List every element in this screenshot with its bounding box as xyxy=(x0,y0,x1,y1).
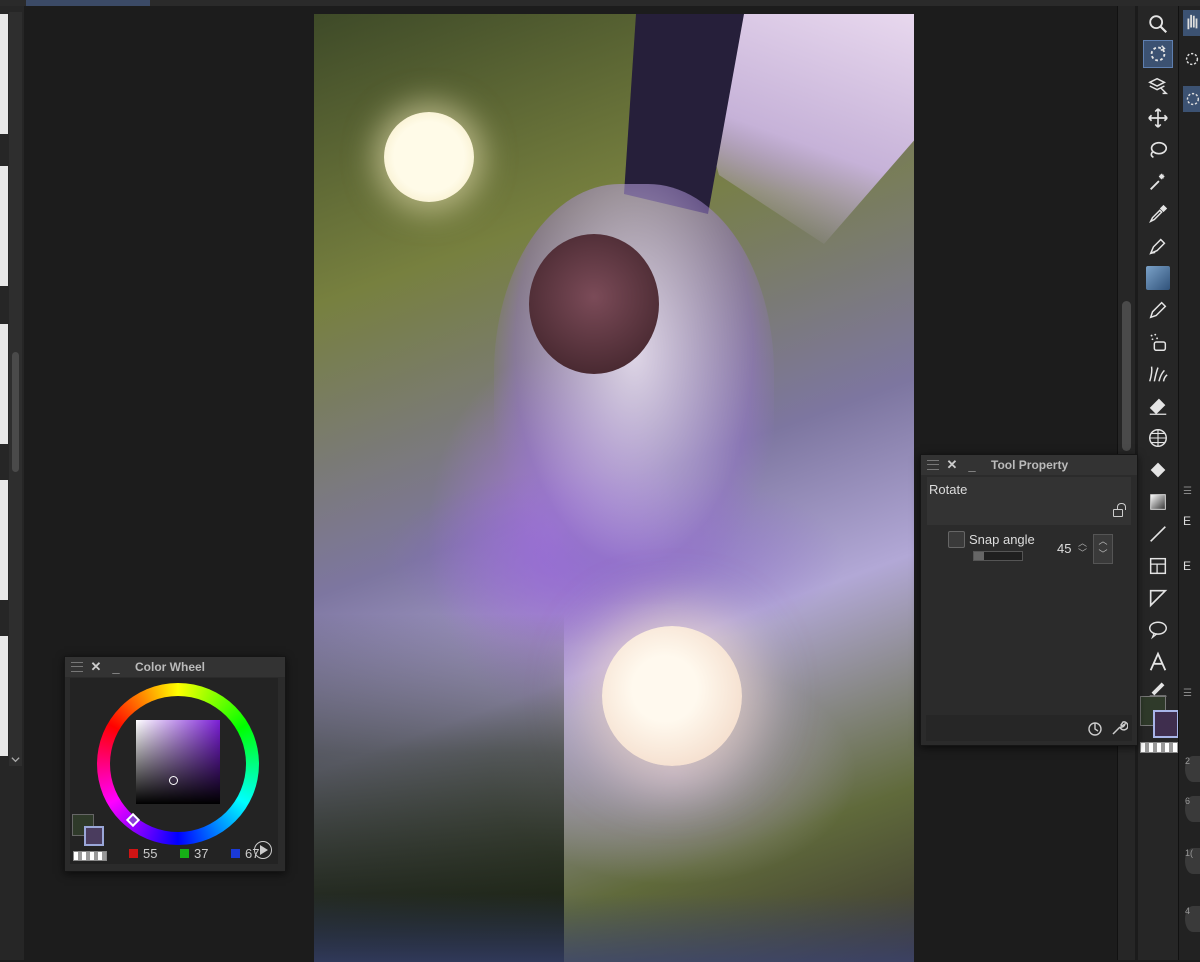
fill-icon[interactable] xyxy=(1143,456,1173,484)
layer-thumbnail-strip xyxy=(0,6,25,960)
magic-wand-icon[interactable] xyxy=(1143,168,1173,196)
layer-circle[interactable]: 2 xyxy=(1185,756,1200,782)
layer-select-icon[interactable] xyxy=(1143,72,1173,100)
airbrush-icon[interactable] xyxy=(1143,328,1173,356)
blend-icon[interactable] xyxy=(1143,424,1173,452)
layer-circle[interactable]: 4 xyxy=(1185,906,1200,932)
frame-icon[interactable] xyxy=(1143,552,1173,580)
red-value[interactable]: 55 xyxy=(143,846,177,861)
value-spin-icon[interactable]: ︿ ﹀ xyxy=(1078,538,1088,558)
wrench-icon[interactable] xyxy=(1110,719,1129,737)
layer-thumbnail[interactable] xyxy=(0,324,8,444)
lasso-icon[interactable] xyxy=(1143,136,1173,164)
layer-circle-label: 1( xyxy=(1185,848,1194,858)
panel-title: Color Wheel xyxy=(135,660,206,674)
color-wheel-header[interactable]: ✕ _ Color Wheel xyxy=(65,657,285,677)
art-light-orb-bottom xyxy=(602,626,742,766)
tool-property-header[interactable]: ✕ _ Tool Property xyxy=(921,455,1137,475)
transparent-color-swatch[interactable] xyxy=(1140,742,1180,753)
panel-title: Tool Property xyxy=(991,458,1069,472)
layer-thumbnail[interactable] xyxy=(0,480,8,600)
art-figure xyxy=(494,184,774,604)
sub-tool-rotate-icon[interactable] xyxy=(1183,86,1200,112)
minimize-icon[interactable]: _ xyxy=(109,660,123,675)
close-icon[interactable]: ✕ xyxy=(945,457,959,473)
blue-channel-icon xyxy=(231,849,240,858)
green-value[interactable]: 37 xyxy=(194,846,228,861)
balloon-icon[interactable] xyxy=(1143,616,1173,644)
play-icon[interactable] xyxy=(254,841,272,859)
color-wheel-panel: ✕ _ Color Wheel 55 37 67 xyxy=(64,656,286,872)
lock-icon[interactable] xyxy=(1113,503,1126,517)
left-scrollbar-thumb[interactable] xyxy=(12,352,19,472)
reset-icon[interactable] xyxy=(1086,719,1104,737)
tool-name: Rotate xyxy=(929,482,968,497)
tool-property-panel: ✕ _ Tool Property Rotate Snap angle 45 ︿… xyxy=(920,454,1138,746)
decoration-icon[interactable] xyxy=(1143,360,1173,388)
close-icon[interactable]: ✕ xyxy=(89,659,103,675)
chevron-down-icon[interactable] xyxy=(11,755,20,764)
art-teddy-bear xyxy=(529,234,659,374)
sub-color-swatch[interactable] xyxy=(1153,710,1179,738)
red-channel-icon xyxy=(129,849,138,858)
saturation-value-square[interactable] xyxy=(136,720,220,804)
sub-tool-avatar[interactable] xyxy=(1146,266,1170,290)
layer-circle[interactable]: 1( xyxy=(1185,848,1200,874)
layer-circle-label: 6 xyxy=(1185,796,1191,806)
right-label-2: E xyxy=(1183,559,1192,573)
rotate-icon[interactable] xyxy=(1143,40,1173,68)
drag-grip-icon[interactable] xyxy=(71,662,83,672)
layer-circle-label: 4 xyxy=(1185,906,1191,916)
rotate-small-icon[interactable] xyxy=(1183,46,1200,72)
snap-angle-stepper[interactable]: ︿ ﹀ xyxy=(1093,534,1113,564)
snap-angle-checkbox[interactable] xyxy=(948,531,965,548)
green-channel-icon xyxy=(180,849,189,858)
snap-angle-value[interactable]: 45 xyxy=(1057,541,1071,556)
tool-palette xyxy=(1138,6,1178,960)
snap-angle-label: Snap angle xyxy=(969,532,1035,547)
artwork-canvas[interactable] xyxy=(314,14,914,962)
drag-grip-icon[interactable] xyxy=(927,460,939,470)
left-scrollbar[interactable] xyxy=(9,12,22,766)
panel-grip-icon[interactable]: ☰ xyxy=(1183,486,1200,512)
canvas-scrollbar-thumb[interactable] xyxy=(1122,301,1131,451)
minimize-icon[interactable]: _ xyxy=(965,458,979,473)
art-bottom-shadow xyxy=(314,894,914,962)
art-light-orb-top xyxy=(384,112,474,202)
panel-grip-icon[interactable]: ☰ xyxy=(1183,688,1200,714)
layer-thumbnail[interactable] xyxy=(0,636,8,756)
ruler-icon[interactable] xyxy=(1143,584,1173,612)
transparent-color-swatch[interactable] xyxy=(73,851,107,861)
tool-name-box: Rotate xyxy=(927,477,1131,525)
color-picker-marker[interactable] xyxy=(169,776,178,785)
right-panel-edge: ☰ E E ☰ 2 6 1( 4 xyxy=(1178,6,1200,960)
layer-circle[interactable]: 6 xyxy=(1185,796,1200,822)
color-wheel-body: 55 37 67 xyxy=(70,678,278,864)
layer-circle-label: 2 xyxy=(1185,756,1191,766)
tool-property-footer xyxy=(926,715,1132,741)
move-icon[interactable] xyxy=(1143,104,1173,132)
pen-icon[interactable] xyxy=(1143,232,1173,260)
sub-color-swatch[interactable] xyxy=(84,826,104,846)
eraser-icon[interactable] xyxy=(1143,392,1173,420)
zoom-icon[interactable] xyxy=(1143,10,1173,38)
line-icon[interactable] xyxy=(1143,520,1173,548)
eyedropper-icon[interactable] xyxy=(1143,200,1173,228)
gradient-icon[interactable] xyxy=(1143,488,1173,516)
layer-thumbnail[interactable] xyxy=(0,14,8,134)
slider-knob[interactable] xyxy=(974,552,984,560)
pencil-icon[interactable] xyxy=(1143,296,1173,324)
right-label-1: E xyxy=(1183,514,1192,528)
layer-thumbnail[interactable] xyxy=(0,166,8,286)
snap-angle-slider[interactable] xyxy=(973,551,1023,561)
hand-icon[interactable] xyxy=(1183,10,1200,36)
text-icon[interactable] xyxy=(1143,648,1173,676)
